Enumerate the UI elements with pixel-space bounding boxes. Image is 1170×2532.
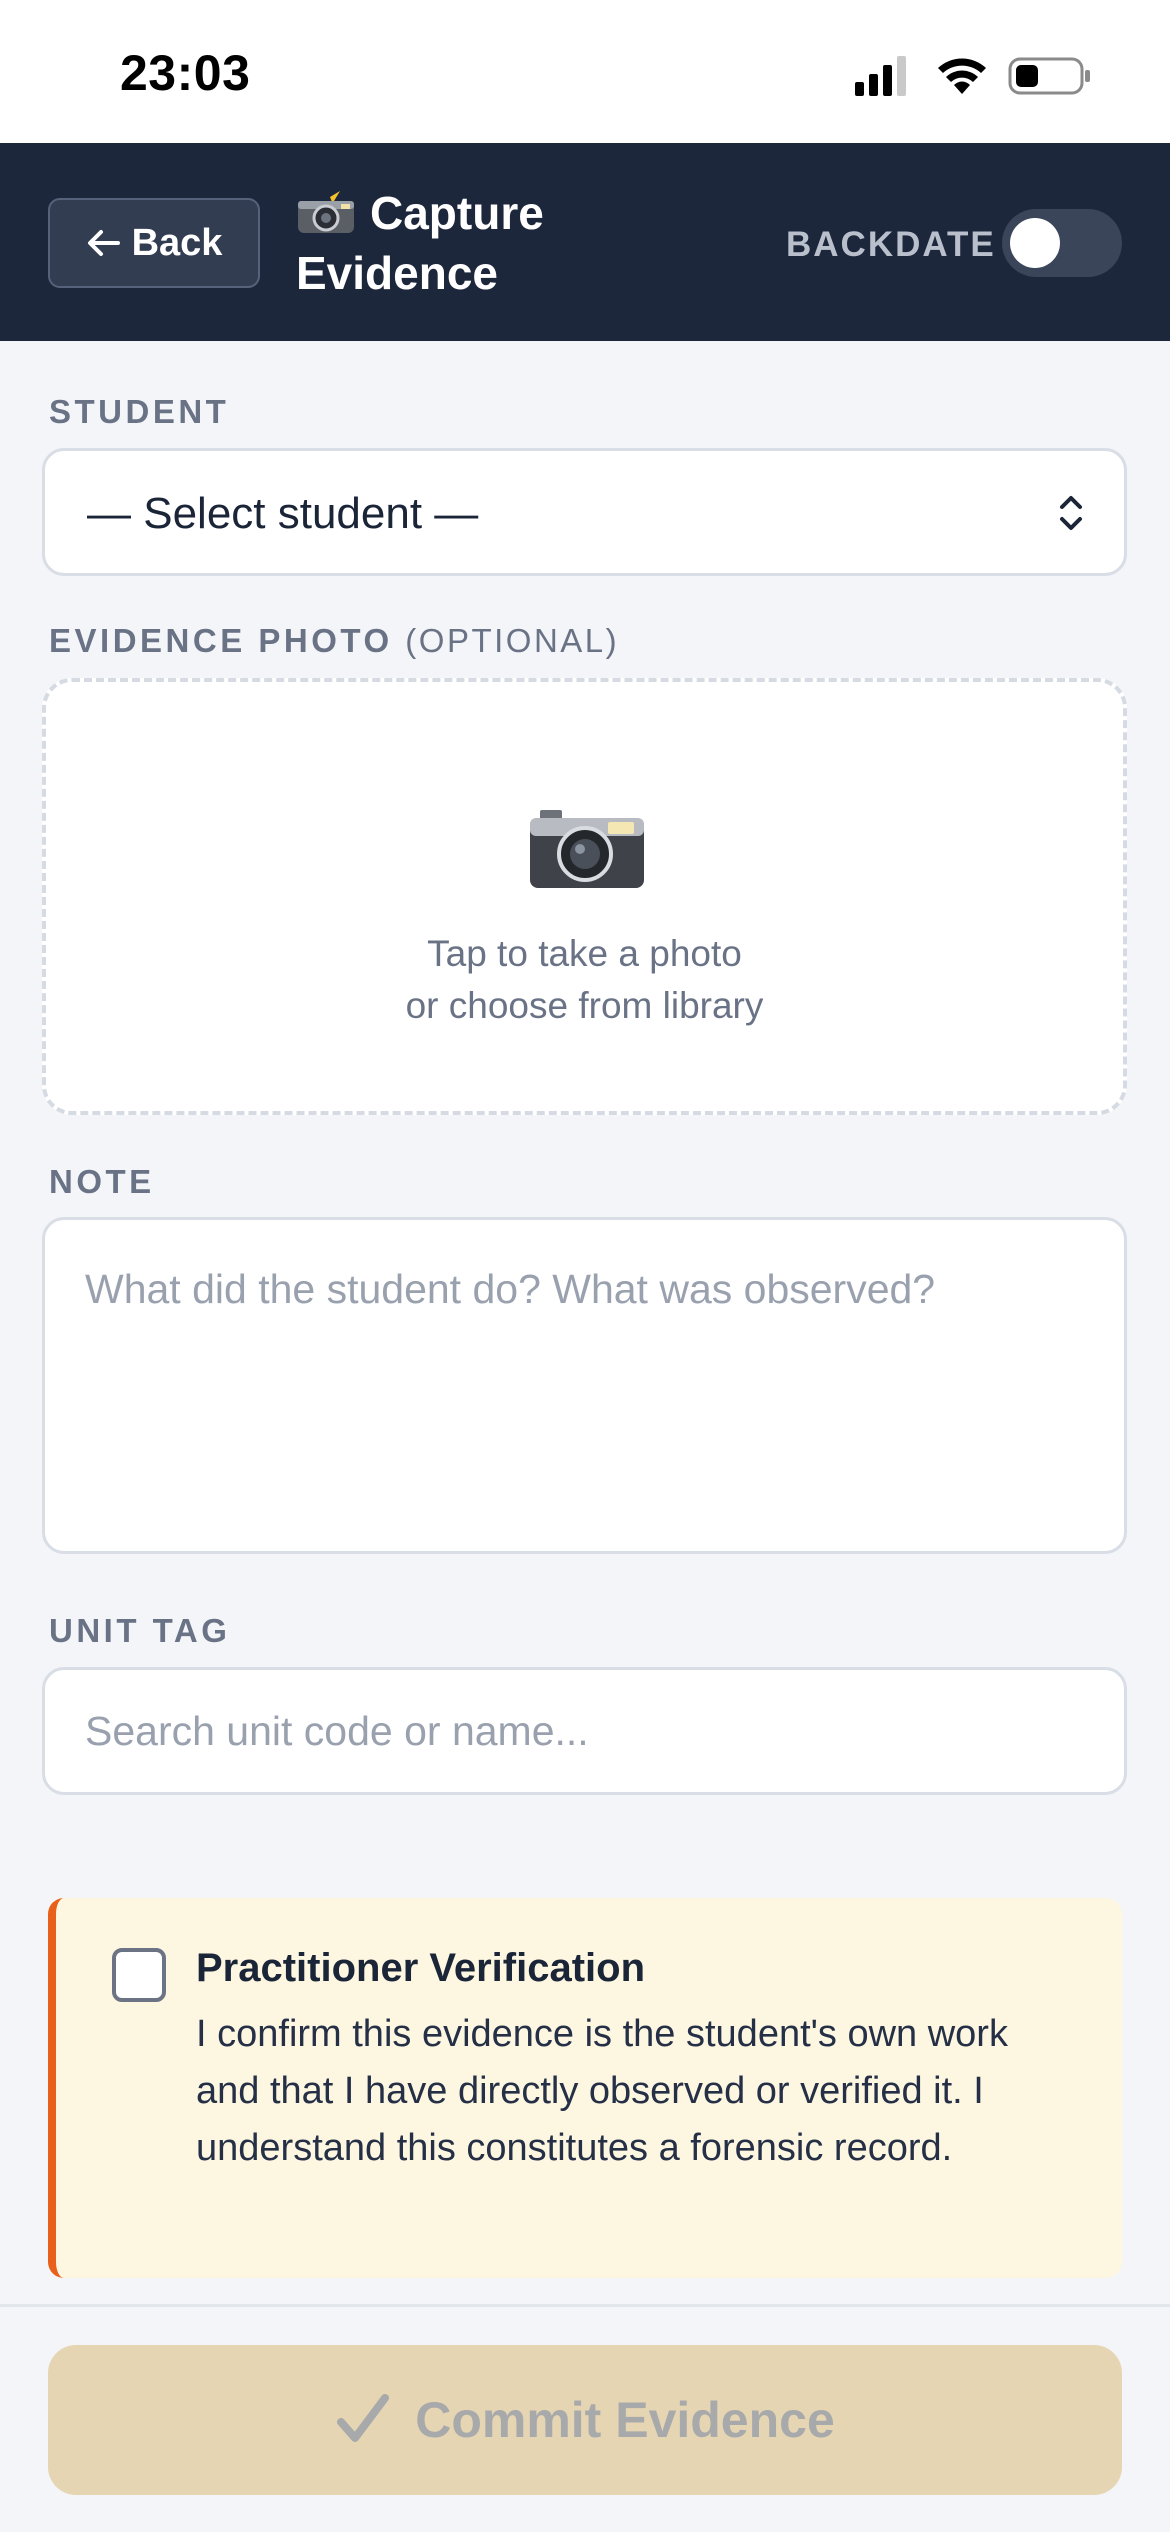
verification-checkbox[interactable] — [112, 1948, 166, 2002]
back-button[interactable]: Back — [48, 198, 260, 288]
student-label: STUDENT — [49, 393, 230, 430]
photo-optional-label: (OPTIONAL) — [405, 622, 620, 659]
back-button-label: Back — [131, 221, 223, 264]
verification-text: I confirm this evidence is the student's… — [196, 2013, 1008, 2169]
note-textarea[interactable] — [42, 1217, 1127, 1554]
photo-label-text: EVIDENCE PHOTO — [49, 622, 393, 659]
capture-evidence-screen: 23:03 Back Capture Evidence BACKDATE STU… — [0, 0, 1170, 2532]
student-select[interactable]: — Select student — — [42, 448, 1127, 576]
unit-tag-search-input[interactable] — [42, 1667, 1127, 1795]
photo-label: EVIDENCE PHOTO (OPTIONAL) — [49, 622, 619, 660]
backdate-label: BACKDATE — [786, 225, 996, 264]
battery-icon — [1008, 57, 1090, 95]
photo-hint-line2: or choose from library — [405, 985, 764, 1026]
page-title: Capture Evidence — [296, 183, 736, 303]
status-bar: 23:03 — [0, 0, 1170, 143]
app-header: Back Capture Evidence BACKDATE — [0, 143, 1170, 341]
verification-title: Practitioner Verification — [196, 1946, 646, 1990]
note-label: NOTE — [49, 1163, 155, 1200]
backdate-toggle[interactable] — [1002, 209, 1122, 277]
checkmark-icon — [337, 2394, 390, 2442]
wifi-icon — [938, 58, 986, 94]
arrow-left-icon — [87, 230, 120, 256]
student-select-value: — Select student — — [87, 489, 479, 538]
commit-evidence-button[interactable]: Commit Evidence — [48, 2345, 1122, 2495]
chevron-updown-icon — [1060, 496, 1082, 530]
cellular-signal-icon — [855, 56, 906, 96]
practitioner-verification-card: Practitioner Verification I confirm this… — [48, 1898, 1122, 2278]
status-time: 23:03 — [120, 45, 251, 101]
bottom-action-bar: Commit Evidence — [0, 2304, 1170, 2532]
camera-icon — [530, 810, 644, 888]
photo-hint: Tap to take a photo or choose from libra… — [46, 928, 1123, 1032]
toggle-knob — [1010, 218, 1060, 268]
unit-tag-label: UNIT TAG — [49, 1612, 231, 1649]
photo-dropzone[interactable]: Tap to take a photo or choose from libra… — [42, 678, 1127, 1115]
commit-button-label: Commit Evidence — [415, 2392, 835, 2448]
photo-hint-line1: Tap to take a photo — [427, 933, 742, 974]
camera-flash-icon — [298, 187, 354, 233]
